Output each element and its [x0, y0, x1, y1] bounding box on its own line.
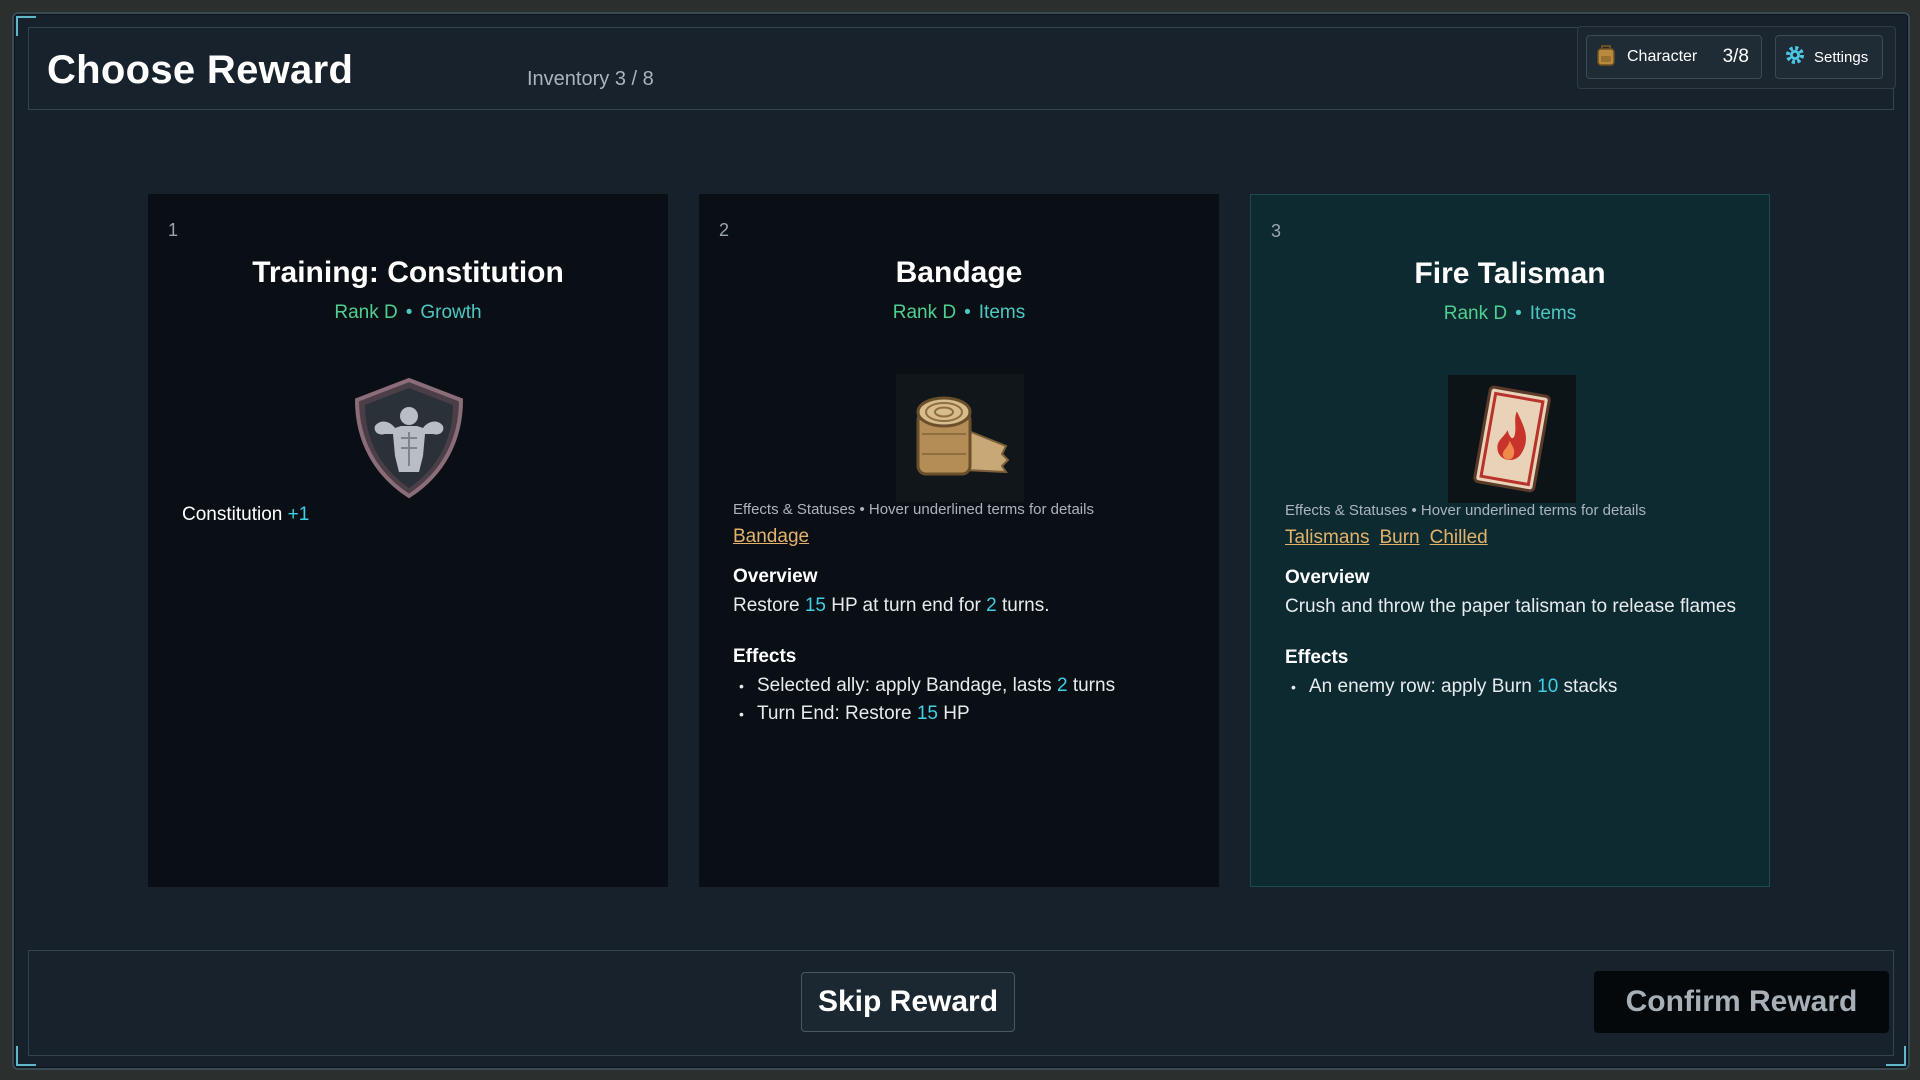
- overview-heading: Overview: [1285, 567, 1370, 588]
- card-category: Items: [978, 302, 1026, 323]
- effect-item: Turn End: Restore 15 HP: [739, 700, 1193, 728]
- settings-label: Settings: [1814, 48, 1869, 66]
- confirm-reward-button[interactable]: Confirm Reward: [1594, 971, 1889, 1033]
- term-link[interactable]: Burn: [1379, 527, 1419, 548]
- term-link[interactable]: Chilled: [1430, 527, 1488, 548]
- effects-list: An enemy row: apply Burn 10 stacks: [1285, 673, 1743, 701]
- fire-talisman-icon: [1448, 375, 1576, 503]
- card-rank: Rank D: [1443, 303, 1508, 324]
- term-link[interactable]: Talismans: [1285, 527, 1369, 548]
- stat-bonus: Constitution +1: [182, 504, 309, 526]
- text-fragment: turns.: [996, 595, 1050, 616]
- card-number: 3: [1271, 221, 1282, 241]
- page-title: Choose Reward: [47, 48, 354, 92]
- number-highlight: 10: [1537, 676, 1559, 697]
- term-list: Talismans Burn Chilled: [1285, 527, 1743, 549]
- card-title: Bandage: [895, 256, 1023, 289]
- meta-separator: •: [964, 302, 971, 323]
- strength-shield-icon: [345, 374, 473, 502]
- card-body: Effects & Statuses • Hover underlined te…: [733, 501, 1193, 728]
- meta-separator: •: [1515, 303, 1522, 324]
- inventory-counter: Inventory 3 / 8: [527, 68, 654, 90]
- character-label: Character: [1627, 48, 1698, 65]
- term-list: Bandage: [733, 526, 1193, 548]
- gear-icon: [1784, 44, 1806, 71]
- reward-card-1[interactable]: 1 Training: Constitution Rank D • Growth C…: [148, 194, 668, 887]
- top-right-controls: Character 3/8 Settings: [1577, 26, 1896, 89]
- card-meta: Rank D • Growth: [148, 302, 668, 324]
- effects-heading: Effects: [1285, 647, 1349, 668]
- text-fragment: stacks: [1558, 676, 1618, 697]
- number-highlight: 15: [804, 595, 826, 616]
- card-number: 2: [719, 220, 730, 240]
- card-category: Items: [1529, 303, 1577, 324]
- overview-heading: Overview: [733, 566, 818, 587]
- character-button[interactable]: Character 3/8: [1586, 35, 1762, 79]
- text-fragment: An enemy row: apply Burn: [1309, 676, 1538, 697]
- footer-panel: Skip Reward Confirm Reward: [28, 950, 1894, 1056]
- card-title: Training: Constitution: [252, 256, 564, 289]
- term-link[interactable]: Bandage: [733, 526, 809, 547]
- card-category: Growth: [420, 302, 482, 323]
- overview-text: Restore 15 HP at turn end for 2 turns.: [733, 592, 1193, 620]
- effects-hint: Effects & Statuses • Hover underlined te…: [733, 501, 1094, 518]
- backpack-icon: [1595, 43, 1617, 72]
- number-highlight: 2: [1056, 675, 1068, 696]
- reward-window: Choose Reward Inventory 3 / 8 Character …: [12, 12, 1910, 1070]
- reward-card-2[interactable]: 2 Bandage Rank D • Items Effects & Statuse…: [699, 194, 1219, 887]
- effects-heading: Effects: [733, 646, 797, 667]
- text-fragment: HP: [937, 703, 970, 724]
- card-number: 1: [168, 220, 179, 240]
- settings-button[interactable]: Settings: [1775, 35, 1883, 79]
- text-fragment: Turn End: Restore: [757, 703, 917, 724]
- card-rank: Rank D: [334, 302, 398, 323]
- meta-separator: •: [405, 302, 413, 323]
- text-fragment: HP at turn end for: [825, 595, 987, 616]
- reward-card-3[interactable]: 3 Fire Talisman Rank D • Items Effects & S…: [1250, 194, 1770, 887]
- text-fragment: turns: [1067, 675, 1116, 696]
- effects-hint: Effects & Statuses • Hover underlined te…: [1285, 502, 1646, 519]
- character-count: 3/8: [1722, 46, 1749, 67]
- number-highlight: 2: [986, 595, 997, 616]
- card-meta: Rank D • Items: [699, 302, 1219, 324]
- card-body: Effects & Statuses • Hover underlined te…: [1285, 502, 1743, 701]
- card-rank: Rank D: [892, 302, 957, 323]
- effect-item: Selected ally: apply Bandage, lasts 2 tu…: [739, 672, 1193, 700]
- text-fragment: Selected ally: apply Bandage, lasts: [757, 675, 1057, 696]
- stat-name: Constitution: [182, 504, 283, 525]
- overview-text: Crush and throw the paper talisman to re…: [1285, 596, 1736, 617]
- number-highlight: 15: [916, 703, 938, 724]
- bandage-roll-icon: [896, 374, 1024, 502]
- text-fragment: Restore: [733, 595, 805, 616]
- effects-list: Selected ally: apply Bandage, lasts 2 tu…: [733, 672, 1193, 728]
- card-meta: Rank D • Items: [1251, 303, 1769, 325]
- card-title: Fire Talisman: [1414, 257, 1606, 290]
- stat-value: +1: [287, 504, 310, 525]
- effect-item: An enemy row: apply Burn 10 stacks: [1291, 673, 1743, 701]
- skip-reward-button[interactable]: Skip Reward: [801, 972, 1015, 1032]
